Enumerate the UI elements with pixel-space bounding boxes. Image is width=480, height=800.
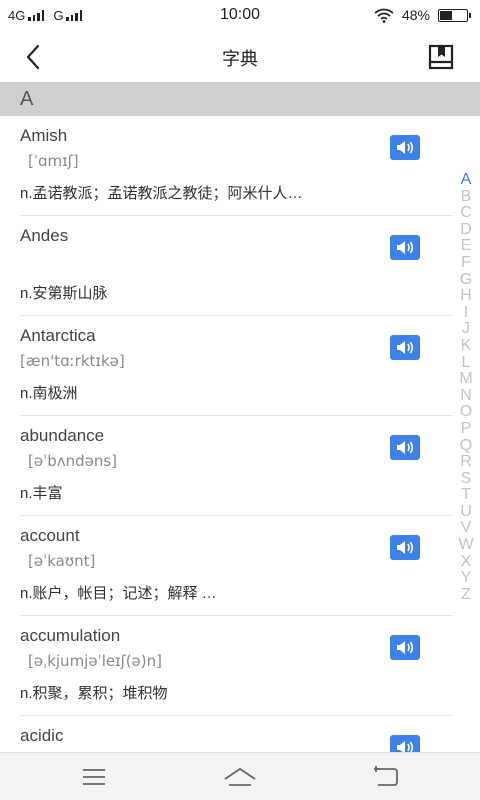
index-letter[interactable]: M: [459, 371, 472, 388]
menu-icon: [83, 769, 105, 785]
word-item[interactable]: Amish [ˈɑmɪʃ] n.孟诺教派；孟诺教派之教徒；阿米什人…: [20, 116, 453, 216]
index-letter[interactable]: R: [460, 453, 472, 471]
word-definition: n.孟诺教派；孟诺教派之教徒；阿米什人…: [20, 185, 303, 202]
index-letter[interactable]: B: [461, 188, 472, 206]
back-button[interactable]: [18, 42, 52, 72]
index-letter[interactable]: W: [458, 536, 473, 554]
index-letter[interactable]: T: [461, 487, 471, 504]
system-nav-bar: [0, 752, 480, 800]
wifi-icon: [374, 8, 394, 23]
word-phonetic: [əˌkjumjəˈleɪʃ(ə)n]: [28, 652, 162, 670]
word-list[interactable]: Amish [ˈɑmɪʃ] n.孟诺教派；孟诺教派之教徒；阿米什人… Andes…: [0, 116, 453, 752]
home-icon: [224, 768, 256, 786]
word-text: accumulation: [20, 626, 121, 645]
return-icon: [374, 766, 398, 786]
index-letter[interactable]: J: [462, 321, 470, 338]
index-letter[interactable]: X: [461, 553, 472, 571]
wordbook-button[interactable]: [426, 42, 456, 72]
index-letter[interactable]: Z: [461, 586, 471, 604]
battery-icon: [438, 8, 471, 22]
index-letter[interactable]: D: [460, 221, 472, 239]
speaker-icon: [397, 141, 414, 154]
index-letter[interactable]: V: [461, 520, 472, 537]
word-text: abundance: [20, 426, 105, 445]
word-text: account: [20, 526, 80, 545]
index-letter[interactable]: Y: [461, 570, 472, 587]
word-definition: n.安第斯山脉: [20, 285, 108, 302]
status-right: 48%: [374, 7, 471, 23]
index-letter[interactable]: A: [461, 171, 472, 189]
word-phonetic: [ˈɑmɪʃ]: [28, 152, 79, 170]
pronounce-button[interactable]: [390, 435, 420, 460]
section-letter: A: [20, 88, 34, 110]
word-item[interactable]: account [əˈkaʊnt] n.账户，帐目；记述；解释 …: [20, 516, 453, 616]
pronounce-button[interactable]: [390, 535, 420, 560]
index-letter[interactable]: O: [460, 404, 472, 421]
word-definition: n.丰富: [20, 485, 63, 502]
app-header: 字典: [0, 32, 480, 82]
word-text: Antarctica: [20, 326, 96, 345]
book-icon: [428, 44, 454, 70]
section-header: A: [0, 82, 480, 116]
speaker-icon: [397, 741, 414, 752]
pronounce-button[interactable]: [390, 735, 420, 752]
page-title: 字典: [222, 49, 258, 69]
speaker-icon: [397, 641, 414, 654]
battery-percent: 48%: [401, 7, 430, 23]
index-letter[interactable]: C: [460, 205, 472, 222]
status-bar: 4G G 10:00 48%: [0, 0, 480, 32]
index-letter[interactable]: H: [460, 288, 472, 305]
index-letter[interactable]: F: [461, 254, 471, 272]
index-letter[interactable]: K: [461, 337, 472, 355]
index-letter[interactable]: L: [462, 354, 471, 372]
home-button[interactable]: [220, 764, 260, 790]
index-letter[interactable]: N: [460, 387, 472, 405]
menu-button[interactable]: [74, 764, 114, 790]
word-definition: n.账户，帐目；记述；解释 …: [20, 585, 217, 602]
index-letter[interactable]: Q: [460, 437, 472, 455]
word-item[interactable]: Antarctica [æn'tɑːrktɪkə] n.南极洲: [20, 316, 453, 416]
index-letter[interactable]: G: [460, 271, 472, 289]
index-letter[interactable]: P: [461, 420, 472, 438]
index-letter[interactable]: U: [460, 503, 472, 521]
word-text: Amish: [20, 126, 68, 145]
index-letter[interactable]: S: [461, 470, 472, 488]
speaker-icon: [397, 441, 414, 454]
word-phonetic: [æn'tɑːrktɪkə]: [20, 352, 125, 370]
word-item[interactable]: abundance [əˈbʌndəns] n.丰富: [20, 416, 453, 516]
alphabet-index[interactable]: ABCDEFGHIJKLMNOPQRSTUVWXYZ: [455, 171, 477, 604]
word-text: acidic: [20, 726, 64, 745]
word-phonetic: [əˈbʌndəns]: [28, 452, 118, 470]
word-definition: n.积聚，累积；堆积物: [20, 685, 168, 702]
word-item[interactable]: Andes n.安第斯山脉: [20, 216, 453, 316]
pronounce-button[interactable]: [390, 135, 420, 160]
word-definition: n.南极洲: [20, 385, 78, 402]
word-item[interactable]: acidic: [20, 716, 453, 752]
speaker-icon: [397, 541, 414, 554]
word-text: Andes: [20, 226, 69, 245]
pronounce-button[interactable]: [390, 335, 420, 360]
word-phonetic: [əˈkaʊnt]: [28, 552, 96, 570]
chevron-left-icon: [26, 44, 40, 70]
speaker-icon: [397, 341, 414, 354]
pronounce-button[interactable]: [390, 635, 420, 660]
pronounce-button[interactable]: [390, 235, 420, 260]
word-item[interactable]: accumulation [əˌkjumjəˈleɪʃ(ə)n] n.积聚，累积…: [20, 616, 453, 716]
speaker-icon: [397, 241, 414, 254]
index-letter[interactable]: I: [464, 304, 468, 322]
back-nav-button[interactable]: [366, 764, 406, 790]
index-letter[interactable]: E: [461, 238, 472, 255]
